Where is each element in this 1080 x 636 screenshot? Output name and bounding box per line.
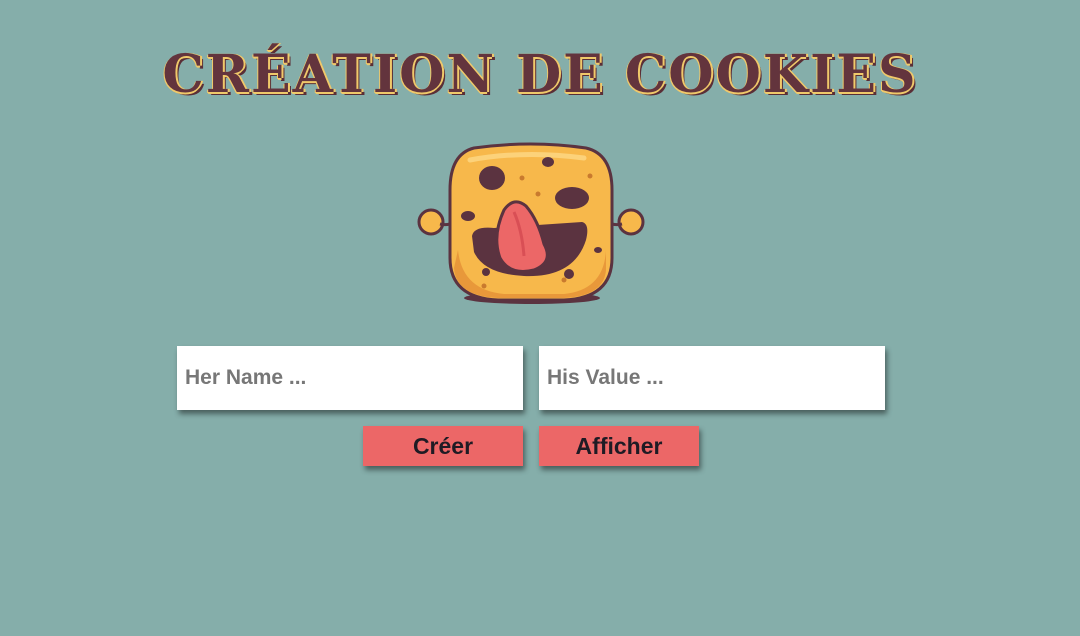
create-cookie-button[interactable]: Créer xyxy=(363,426,523,466)
cookie-name-input[interactable] xyxy=(177,346,523,410)
page: CRÉATION DE COOKIES Her Name ... His Val… xyxy=(0,0,1080,636)
show-cookies-button[interactable]: Afficher xyxy=(539,426,699,466)
cookie-mascot-icon xyxy=(414,140,648,310)
page-title: CRÉATION DE COOKIES xyxy=(162,44,918,105)
cookie-value-input[interactable] xyxy=(539,346,885,410)
